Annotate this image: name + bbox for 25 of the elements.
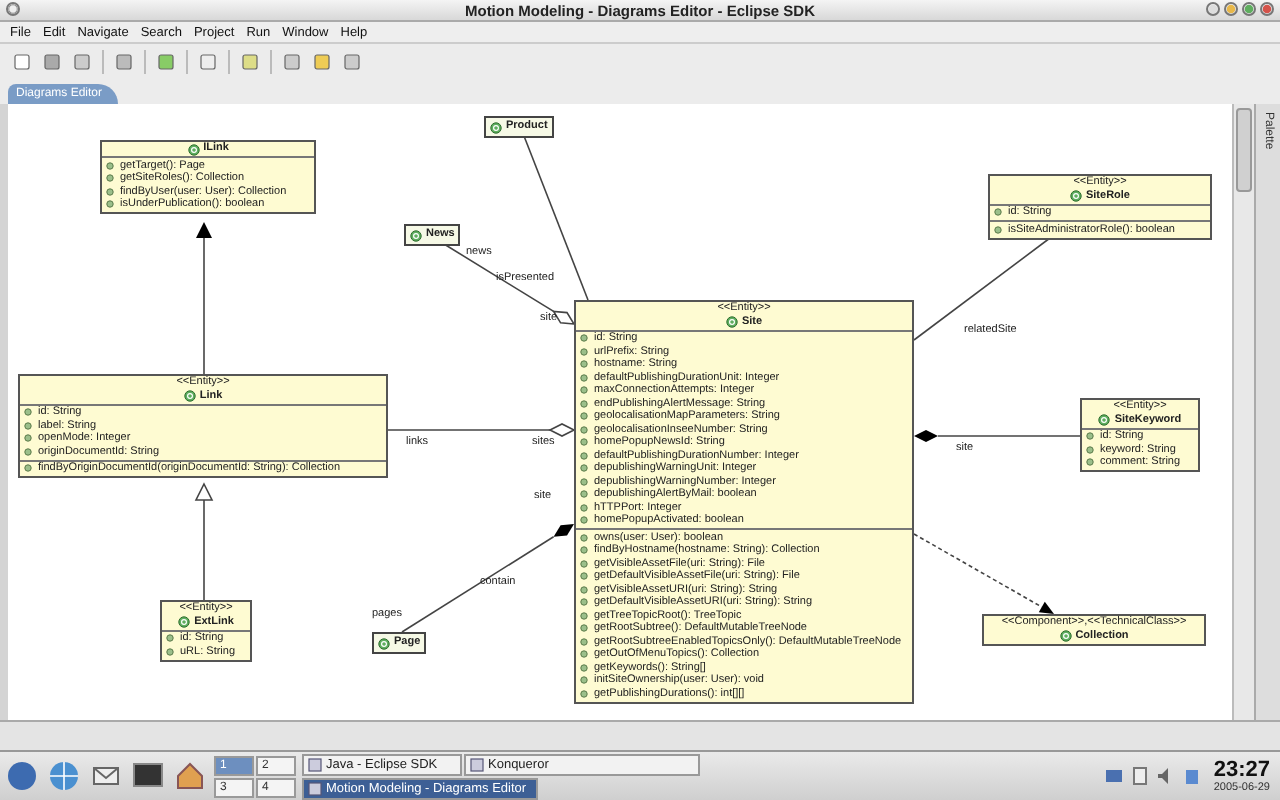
minimize-icon[interactable] xyxy=(1224,2,1238,16)
home-icon[interactable] xyxy=(172,758,208,794)
class-icon xyxy=(378,637,390,649)
window-menu-icon[interactable] xyxy=(6,2,20,16)
class-icon xyxy=(725,316,738,328)
class-icon xyxy=(178,616,191,628)
close-icon[interactable] xyxy=(1260,2,1274,16)
realization-arrow xyxy=(194,482,214,601)
class-icon xyxy=(1069,190,1082,202)
vertical-scrollbar[interactable] xyxy=(1232,104,1254,720)
class-icon xyxy=(490,121,502,133)
class-icon xyxy=(1098,414,1111,426)
class-icon xyxy=(187,143,200,155)
aggregation-line xyxy=(443,243,576,325)
class-icon xyxy=(410,229,422,241)
class-icon xyxy=(183,390,196,402)
dependency-arrow xyxy=(913,533,1054,614)
maximize-icon[interactable] xyxy=(1242,2,1256,16)
class-box[interactable] xyxy=(574,300,914,703)
window-icon xyxy=(470,757,484,771)
class-icon xyxy=(1059,630,1072,642)
clipboard-icon[interactable] xyxy=(1129,766,1150,786)
association-line xyxy=(913,237,1051,341)
clock-time: 23:27 xyxy=(1213,758,1270,782)
globe-icon[interactable] xyxy=(46,758,82,794)
